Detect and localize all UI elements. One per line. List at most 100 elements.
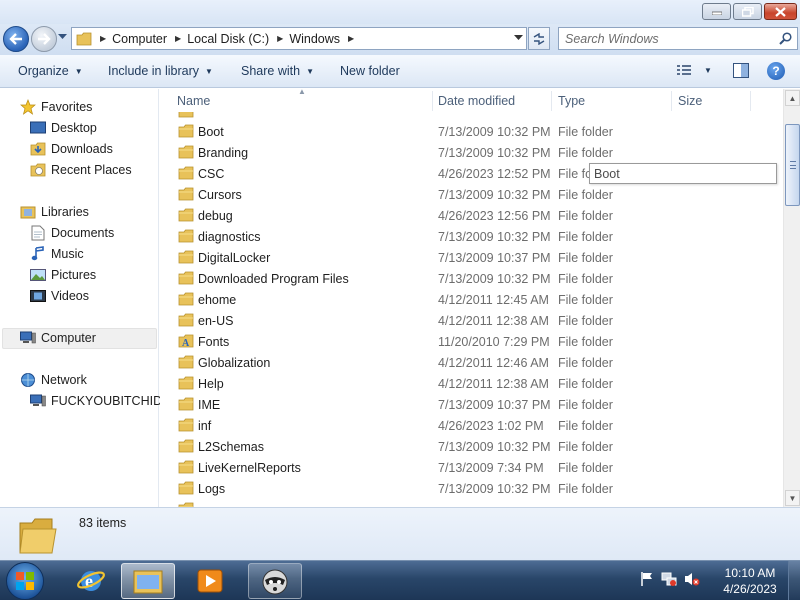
list-item[interactable]: L2Schemas 7/13/2009 10:32 PM File folder (160, 436, 783, 457)
file-date-modified: 7/13/2009 10:32 PM (438, 188, 551, 202)
search-icon[interactable] (779, 32, 792, 45)
file-name: ehome (198, 293, 237, 307)
file-type: File folder (558, 335, 613, 349)
breadcrumb-windows[interactable]: Windows ▶ (289, 32, 360, 46)
action-center-flag-icon[interactable] (640, 571, 654, 587)
include-in-library-button[interactable]: Include in library ▼ (108, 64, 213, 78)
list-item[interactable]: Branding 7/13/2009 10:32 PM File folder (160, 142, 783, 163)
system-clock[interactable]: 10:10 AM 4/26/2023 (716, 565, 784, 597)
list-item[interactable]: DigitalLocker 7/13/2009 10:37 PM File fold… (160, 247, 783, 268)
column-divider[interactable] (432, 91, 433, 111)
nav-libraries[interactable]: Libraries (20, 204, 89, 220)
column-divider[interactable] (671, 91, 672, 111)
column-divider[interactable] (750, 91, 751, 111)
videos-icon (30, 288, 46, 304)
nav-network-pc[interactable]: FUCKYOUBITCHIDI (30, 393, 166, 409)
list-item[interactable]: Globalization 4/12/2011 12:46 AM File fold… (160, 352, 783, 373)
nav-videos[interactable]: Videos (30, 288, 89, 304)
file-date-modified: 7/13/2009 10:37 PM (438, 398, 551, 412)
view-dropdown-icon[interactable]: ▼ (704, 66, 712, 75)
new-folder-button[interactable]: New folder (340, 64, 400, 78)
nav-network-label: Network (41, 373, 87, 387)
nav-music[interactable]: Music (30, 246, 84, 262)
close-button[interactable] (764, 3, 797, 20)
column-divider[interactable] (551, 91, 552, 111)
nav-downloads[interactable]: Downloads (30, 141, 113, 157)
recent-pages-dropdown-icon[interactable] (58, 34, 67, 40)
taskbar-windows-explorer[interactable] (121, 563, 175, 599)
nav-favorites[interactable]: Favorites (20, 99, 92, 115)
list-item[interactable]: Cursors 7/13/2009 10:32 PM File folder (160, 184, 783, 205)
column-date-modified[interactable]: Date modified (438, 89, 515, 112)
folder-icon (178, 397, 194, 414)
scroll-thumb[interactable] (785, 124, 800, 206)
nav-recent-places[interactable]: Recent Places (30, 162, 132, 178)
folder-icon (178, 271, 194, 288)
volume-muted-icon[interactable] (684, 571, 700, 587)
nav-computer[interactable]: Computer (20, 330, 96, 346)
show-desktop-button[interactable] (788, 561, 800, 600)
forward-button[interactable] (31, 26, 57, 52)
list-item[interactable]: ehome 4/12/2011 12:45 AM File folder (160, 289, 783, 310)
preview-pane-button[interactable] (733, 63, 749, 81)
back-button[interactable] (3, 26, 29, 52)
breadcrumb-separator[interactable]: ▶ (92, 34, 112, 43)
file-type: File folder (558, 461, 613, 475)
list-item-partial[interactable] (160, 499, 783, 507)
list-item[interactable]: A Fonts 11/20/2010 7:29 PM File folder (160, 331, 783, 352)
column-size[interactable]: Size (678, 89, 702, 112)
share-with-button[interactable]: Share with ▼ (241, 64, 314, 78)
nav-desktop[interactable]: Desktop (30, 120, 97, 136)
vertical-scrollbar[interactable]: ▲ ▼ (783, 89, 800, 507)
nav-recent-places-label: Recent Places (51, 163, 132, 177)
breadcrumb-local-disk[interactable]: Local Disk (C:) ▶ (187, 32, 289, 46)
start-button[interactable] (6, 562, 44, 600)
list-item[interactable]: Downloaded Program Files 7/13/2009 10:32 … (160, 268, 783, 289)
list-item[interactable]: Help 4/12/2011 12:38 AM File folder (160, 373, 783, 394)
network-status-icon[interactable] (661, 571, 677, 587)
scroll-down-button[interactable]: ▼ (785, 490, 800, 506)
nav-documents-label: Documents (51, 226, 115, 240)
column-type[interactable]: Type (558, 89, 585, 112)
list-item[interactable]: LiveKernelReports 7/13/2009 7:34 PM File f… (160, 457, 783, 478)
minimize-button[interactable] (702, 3, 731, 20)
list-item[interactable]: debug 4/26/2023 12:56 PM File folder (160, 205, 783, 226)
column-name[interactable]: Name (177, 89, 210, 112)
search-box[interactable] (558, 27, 798, 50)
breadcrumb-computer[interactable]: Computer ▶ (112, 32, 187, 46)
nav-videos-label: Videos (51, 289, 89, 303)
search-input[interactable] (565, 28, 765, 49)
help-icon: ? (772, 64, 780, 78)
list-item[interactable]: IME 7/13/2009 10:37 PM File folder (160, 394, 783, 415)
folder-icon (178, 418, 194, 435)
nav-documents[interactable]: Documents (30, 225, 114, 241)
list-item[interactable]: en-US 4/12/2011 12:38 AM File folder (160, 310, 783, 331)
change-view-button[interactable]: ▼ (676, 63, 712, 77)
list-item[interactable]: diagnostics 7/13/2009 10:32 PM File folder (160, 226, 783, 247)
address-history-dropdown-icon[interactable] (514, 35, 523, 41)
organize-button[interactable]: Organize ▼ (18, 64, 83, 78)
file-type: File folder (558, 377, 613, 391)
maximize-button[interactable] (733, 3, 762, 20)
taskbar-media-player[interactable] (183, 563, 237, 599)
list-item[interactable]: Boot 7/13/2009 10:32 PM File folder (160, 121, 783, 142)
nav-favorites-label: Favorites (41, 100, 93, 114)
list-item[interactable]: Logs 7/13/2009 10:32 PM File folder (160, 478, 783, 499)
scroll-up-button[interactable]: ▲ (785, 90, 800, 106)
file-type: File folder (558, 188, 613, 202)
file-date-modified: 7/13/2009 10:32 PM (438, 272, 551, 286)
folder-icon (178, 313, 194, 330)
help-button[interactable]: ? (767, 62, 785, 80)
nav-network[interactable]: Network (20, 372, 87, 388)
taskbar-raccoon-app[interactable] (248, 563, 302, 599)
list-item[interactable]: inf 4/26/2023 1:02 PM File folder (160, 415, 783, 436)
address-bar[interactable]: ▶ Computer ▶ Local Disk (C:) ▶ Windows ▶ (71, 27, 527, 50)
taskbar-internet-explorer[interactable]: e (64, 563, 118, 599)
refresh-button[interactable] (528, 27, 550, 50)
music-icon (30, 246, 46, 262)
refresh-icon (533, 32, 545, 45)
nav-pictures[interactable]: Pictures (30, 267, 96, 283)
file-type: File folder (558, 272, 613, 286)
nav-libraries-label: Libraries (41, 205, 89, 219)
nav-desktop-label: Desktop (51, 121, 97, 135)
